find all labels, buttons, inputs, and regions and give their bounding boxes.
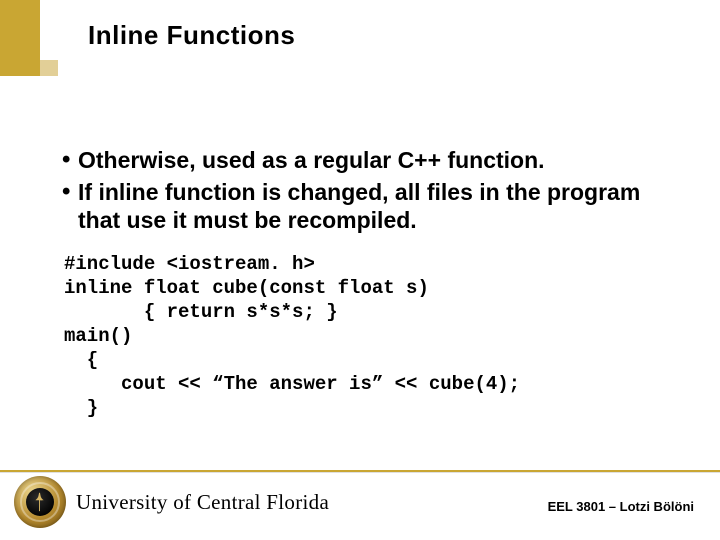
university-name: University of Central Florida — [76, 490, 329, 515]
footer-rule-shadow — [0, 472, 720, 473]
footer-credit: EEL 3801 – Lotzi Bölöni — [548, 499, 694, 514]
university-logo: University of Central Florida — [14, 476, 329, 528]
footer: University of Central Florida EEL 3801 –… — [0, 470, 720, 540]
bullet-dot-icon: • — [62, 146, 76, 174]
title-area: Inline Functions — [88, 20, 295, 51]
bullet-dot-icon: • — [62, 178, 76, 206]
accent-bar — [0, 0, 40, 76]
accent-bar-step — [40, 60, 58, 76]
ucf-seal-icon — [14, 476, 66, 528]
bullet-text: Otherwise, used as a regular C++ functio… — [76, 146, 680, 174]
slide-title: Inline Functions — [88, 20, 295, 51]
bullet-item: • Otherwise, used as a regular C++ funct… — [62, 146, 680, 174]
bullet-item: • If inline function is changed, all fil… — [62, 178, 680, 234]
bullet-text: If inline function is changed, all files… — [76, 178, 680, 234]
code-block: #include <iostream. h> inline float cube… — [64, 252, 680, 420]
slide: Inline Functions • Otherwise, used as a … — [0, 0, 720, 540]
content-area: • Otherwise, used as a regular C++ funct… — [62, 146, 680, 420]
